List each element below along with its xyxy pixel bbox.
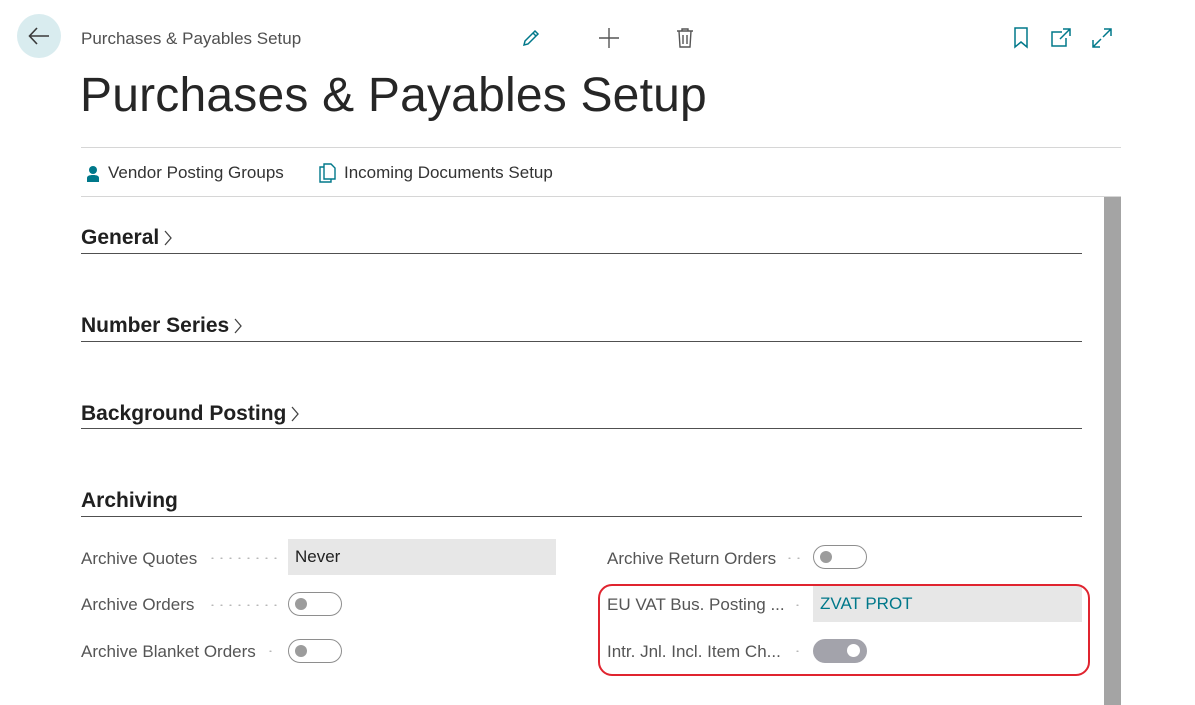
page-title: Purchases & Payables Setup [80, 69, 707, 122]
arrow-left-icon [28, 27, 49, 45]
chevron-right-icon [234, 318, 243, 334]
plus-icon [599, 28, 619, 48]
section-number-series-title: Number Series [81, 314, 230, 337]
person-icon [87, 165, 99, 182]
archive-quotes-label: Archive Quotes [81, 549, 198, 568]
incoming-documents-setup-action[interactable]: Incoming Documents Setup [319, 161, 553, 185]
archive-blanket-orders-toggle[interactable] [288, 639, 342, 663]
vendor-posting-groups-label: Vendor Posting Groups [108, 163, 284, 182]
divider [81, 147, 1121, 148]
section-background-posting[interactable]: Background Posting [81, 396, 1082, 426]
archive-blanket-orders-label: Archive Blanket Orders [81, 642, 256, 661]
back-button[interactable] [17, 14, 61, 58]
section-background-posting-title: Background Posting [81, 402, 287, 425]
section-general[interactable]: General [81, 220, 1082, 250]
section-archiving[interactable]: Archiving [81, 483, 1082, 513]
pencil-icon [522, 29, 540, 47]
bookmark-button[interactable] [1007, 24, 1035, 52]
expand-icon [1092, 28, 1112, 48]
section-archiving-title: Archiving [81, 489, 178, 512]
section-general-title: General [81, 226, 160, 249]
incoming-documents-setup-label: Incoming Documents Setup [344, 163, 553, 182]
vendor-posting-groups-action[interactable]: Vendor Posting Groups [86, 161, 284, 185]
bookmark-icon [1014, 27, 1028, 49]
archive-orders-label: Archive Orders [81, 595, 195, 614]
section-divider [81, 253, 1082, 254]
dot-leader [208, 557, 278, 559]
archive-orders-toggle[interactable] [288, 592, 342, 616]
trash-icon [677, 28, 693, 48]
breadcrumb: Purchases & Payables Setup [81, 29, 302, 48]
edit-button[interactable] [517, 24, 545, 52]
open-new-window-icon [1051, 28, 1071, 47]
section-divider [81, 516, 1082, 517]
dot-leader [208, 604, 278, 606]
chevron-right-icon [291, 406, 300, 422]
section-divider [81, 341, 1082, 342]
section-number-series[interactable]: Number Series [81, 308, 1082, 338]
archive-return-orders-label: Archive Return Orders [607, 549, 777, 568]
delete-button[interactable] [671, 24, 699, 52]
new-button[interactable] [595, 24, 623, 52]
scrollbar[interactable] [1104, 197, 1121, 705]
expand-button[interactable] [1088, 24, 1116, 52]
document-icon [319, 163, 336, 183]
section-divider [81, 428, 1082, 429]
divider [81, 196, 1121, 197]
open-new-window-button[interactable] [1047, 24, 1075, 52]
archive-return-orders-toggle[interactable] [813, 545, 867, 569]
archive-quotes-field[interactable]: Never [288, 539, 556, 575]
chevron-right-icon [164, 230, 173, 246]
dot-leader [266, 650, 278, 652]
dot-leader [785, 557, 805, 559]
highlight-annotation [598, 584, 1090, 676]
